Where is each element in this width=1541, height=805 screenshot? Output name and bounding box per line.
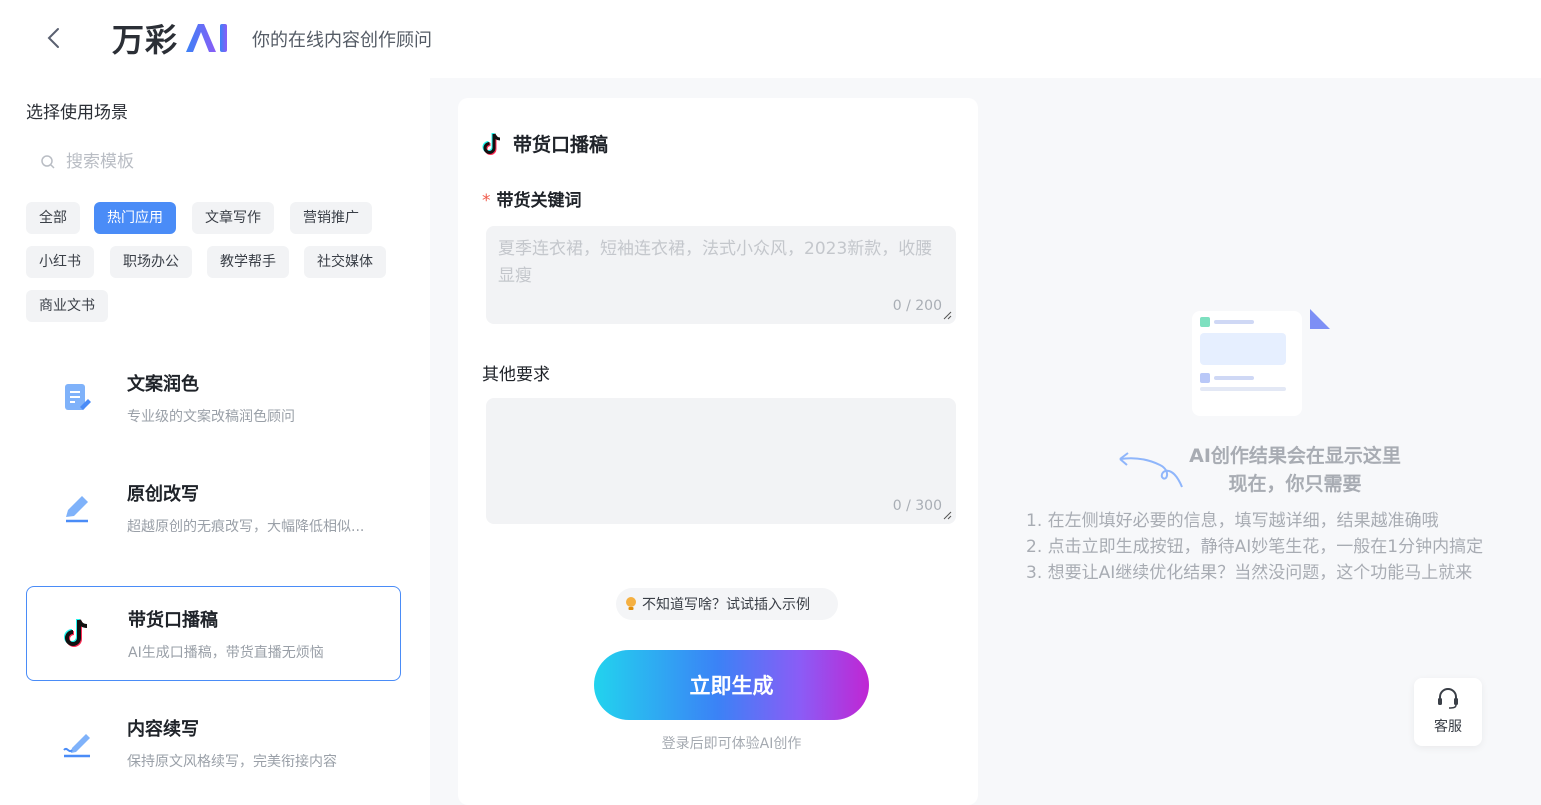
card-desc: 保持原文风格续写，完美衔接内容 [127, 754, 337, 770]
tag-social-media[interactable]: 社交媒体 [304, 246, 386, 278]
card-original-rewrite[interactable]: 原创改写 超越原创的无痕改写，大幅降低相似... [26, 461, 401, 556]
card-title: 原创改写 [127, 484, 199, 505]
result-steps: 1. 在左侧填好必要的信息，填写越详细，结果越准确哦 2. 点击立即生成按钮，静… [1026, 508, 1483, 586]
other-counter: 0 / 300 [892, 498, 942, 514]
step-item: 1. 在左侧填好必要的信息，填写越详细，结果越准确哦 [1026, 511, 1439, 531]
tag-xiaohongshu[interactable]: 小红书 [26, 246, 94, 278]
tag-all[interactable]: 全部 [26, 202, 80, 234]
card-desc: 超越原创的无痕改写，大幅降低相似... [127, 519, 365, 535]
login-tip: 登录后即可体验AI创作 [661, 736, 802, 752]
input-form: 带货口播稿 *带货关键词 0 / 200 其他要求 0 / 300 不知道写啥？… [458, 98, 978, 805]
card-title: 内容续写 [127, 719, 199, 740]
other-textarea-box: 0 / 300 [486, 398, 956, 524]
document-edit-icon [65, 384, 91, 410]
search-input[interactable] [66, 152, 366, 172]
required-mark: * [482, 191, 491, 211]
keyword-label: * 带货关键词 [482, 186, 582, 211]
card-copy-polish[interactable]: 文案润色 专业级的文案改稿润色顾问 [26, 351, 401, 446]
logo[interactable]: 万彩 [112, 16, 238, 60]
card-content-continue[interactable]: 内容续写 保持原文风格续写，完美衔接内容 [26, 696, 401, 791]
tag-business-docs[interactable]: 商业文书 [26, 290, 108, 322]
back-button[interactable] [40, 24, 68, 52]
logo-ai-icon [186, 24, 228, 52]
document-illustration-icon [1192, 309, 1330, 416]
lightbulb-icon [626, 597, 636, 610]
result-title-line1: AI创作结果会在显示这里 [1189, 445, 1401, 467]
headset-icon [1438, 688, 1458, 709]
customer-service-button[interactable]: 客服 [1414, 678, 1482, 746]
tag-teaching[interactable]: 教学帮手 [207, 246, 289, 278]
hint-text: 不知道写啥？试试插入示例 [642, 597, 810, 613]
tag-marketing[interactable]: 营销推广 [290, 202, 372, 234]
step-item: 2. 点击立即生成按钮，静待AI妙笔生花，一般在1分钟内搞定 [1026, 537, 1484, 557]
card-desc: AI生成口播稿，带货直播无烦恼 [128, 645, 324, 661]
keyword-textarea[interactable] [486, 226, 956, 324]
card-live-script[interactable]: 带货口播稿 AI生成口播稿，带货直播无烦恼 [26, 586, 401, 681]
tag-article-writing[interactable]: 文章写作 [192, 202, 274, 234]
keyword-label-text: 带货关键词 [496, 191, 582, 211]
tag-hot-apps[interactable]: 热门应用 [94, 202, 176, 234]
other-requirements-textarea[interactable] [486, 398, 956, 524]
result-title: AI创作结果会在显示这里 现在，你只需要 [1000, 442, 1541, 498]
form-title: 带货口播稿 [482, 130, 608, 157]
section-title: 选择使用场景 [26, 103, 128, 123]
tiktok-icon [64, 619, 88, 647]
other-requirements-label: 其他要求 [482, 365, 550, 385]
generate-button[interactable]: 立即生成 [594, 650, 869, 720]
slogan: 你的在线内容创作顾问 [252, 30, 432, 51]
customer-service-label: 客服 [1434, 719, 1462, 735]
top-header: 万彩 你的在线内容创作顾问 [0, 0, 1541, 78]
card-title: 文案润色 [127, 374, 199, 395]
step-item: 3. 想要让AI继续优化结果？当然没问题，这个功能马上就来 [1026, 563, 1473, 583]
search-icon [41, 155, 55, 169]
keyword-counter: 0 / 200 [892, 298, 942, 314]
keyword-textarea-box: 0 / 200 [486, 226, 956, 324]
tag-office[interactable]: 职场办公 [110, 246, 192, 278]
form-title-text: 带货口播稿 [513, 134, 609, 156]
resize-handle-icon[interactable] [942, 510, 952, 520]
card-title: 带货口播稿 [128, 610, 218, 631]
scenario-sidebar: 选择使用场景 全部 热门应用 文章写作 营销推广 小红书 职场办公 教学帮手 社… [0, 78, 430, 805]
card-desc: 专业级的文案改稿润色顾问 [127, 409, 295, 425]
resize-handle-icon[interactable] [942, 310, 952, 320]
tiktok-icon [482, 132, 501, 155]
pencil-icon [66, 496, 88, 523]
pen-write-icon [63, 734, 90, 758]
insert-example-hint[interactable]: 不知道写啥？试试插入示例 [616, 588, 838, 620]
result-title-line2: 现在，你只需要 [1228, 473, 1362, 495]
logo-text: 万彩 [112, 21, 179, 59]
search-box[interactable] [26, 144, 396, 180]
chevron-left-icon [47, 28, 59, 48]
